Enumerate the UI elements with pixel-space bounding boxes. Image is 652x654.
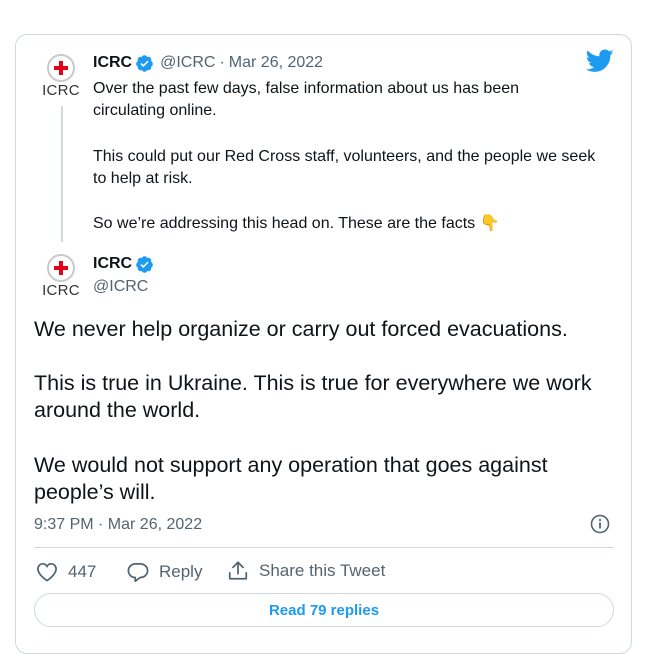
- author-handle[interactable]: @ICRC: [160, 54, 215, 72]
- like-count: 447: [68, 562, 97, 581]
- heart-icon: [37, 562, 57, 582]
- quoted-text-line-2: circulating online.: [93, 102, 217, 119]
- main-avatar[interactable]: ICRC: [40, 254, 82, 299]
- tweet-text-line-1: We never help organize or carry out forc…: [34, 317, 568, 341]
- twitter-logo-icon[interactable]: [586, 49, 614, 73]
- tweet-timestamp[interactable]: 9:37 PM · Mar 26, 2022: [34, 514, 202, 536]
- pointing-down-emoji-icon: 👇: [479, 215, 500, 232]
- verified-badge-icon: [136, 255, 153, 273]
- quoted-avatar[interactable]: ICRC: [40, 54, 82, 99]
- share-label: Share this Tweet: [259, 561, 386, 580]
- avatar-wordmark: ICRC: [42, 282, 80, 299]
- author-name[interactable]: ICRC: [93, 54, 132, 72]
- red-cross-emblem-icon: [47, 54, 75, 82]
- author-handle[interactable]: @ICRC: [93, 278, 148, 296]
- quoted-text-line-5: So we’re addressing this head on. These …: [93, 213, 500, 235]
- tweet-text-line-3: around the world.: [34, 398, 201, 422]
- quoted-text-line-1: Over the past few days, false informatio…: [93, 80, 520, 97]
- tweet-text-line-4: We would not support any operation that …: [34, 453, 548, 477]
- timestamp-text[interactable]: 9:37 PM · Mar 26, 2022: [34, 516, 202, 534]
- like-button[interactable]: 447: [36, 560, 96, 584]
- tweet-text-line-2: This is true in Ukraine. This is true fo…: [34, 371, 592, 395]
- author-name[interactable]: ICRC: [93, 255, 132, 273]
- main-tweet-name-row: ICRC: [93, 253, 154, 275]
- actions-divider: [34, 547, 614, 548]
- main-tweet-handle-row: @ICRC: [93, 276, 148, 298]
- tweet-date[interactable]: Mar 26, 2022: [229, 54, 323, 72]
- separator-dot: ·: [219, 54, 225, 71]
- share-button[interactable]: Share this Tweet: [227, 559, 385, 583]
- verified-badge-icon: [136, 54, 153, 72]
- thread-connector-line: [61, 106, 63, 242]
- quoted-text-facts: So we’re addressing this head on. These …: [93, 215, 476, 232]
- reply-label: Reply: [159, 562, 203, 581]
- info-icon[interactable]: [590, 514, 610, 534]
- share-icon: [228, 561, 248, 580]
- avatar-wordmark: ICRC: [42, 82, 80, 99]
- tweet-text-line-5: people’s will.: [34, 480, 156, 504]
- reply-button[interactable]: Reply: [127, 560, 202, 584]
- quoted-text-line-3: This could put our Red Cross staff, volu…: [93, 148, 596, 165]
- read-replies-button[interactable]: Read 79 replies: [34, 593, 614, 627]
- reply-icon: [127, 562, 149, 582]
- red-cross-emblem-icon: [47, 254, 75, 282]
- quoted-text-line-4: to help at risk.: [93, 170, 193, 187]
- read-replies-label: Read 79 replies: [268, 601, 380, 619]
- quoted-tweet-header: ICRC @ICRC · Mar 26, 2022: [93, 52, 323, 74]
